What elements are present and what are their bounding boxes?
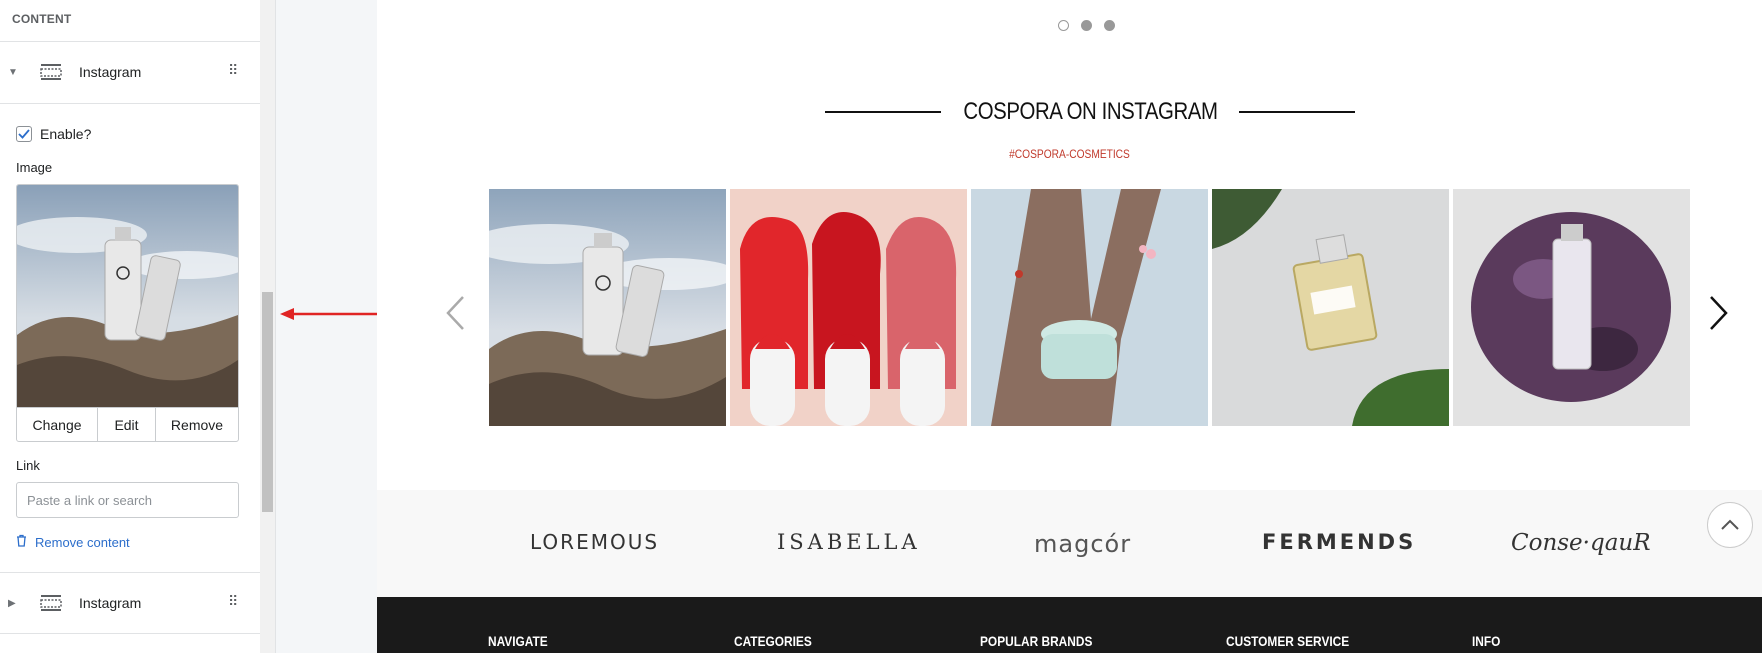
block-label: Instagram [79, 595, 142, 611]
footer-column-heading: NAVIGATE [488, 633, 548, 649]
image-picker: Change Edit Remove [16, 184, 239, 442]
brand-logo[interactable]: magcór [1034, 530, 1131, 558]
editor-panel: CONTENT ▼ Instagram ⠿ Enable? Image Chan… [0, 0, 260, 653]
brand-logo[interactable]: Conse·qauR [1511, 530, 1651, 556]
gallery-tile-serum[interactable] [1453, 189, 1690, 426]
slider-dot[interactable] [1058, 20, 1069, 31]
remove-image-button[interactable]: Remove [156, 408, 238, 441]
instagram-title: COSPORA ON INSTAGRAM [962, 98, 1218, 125]
block-row-instagram-expanded[interactable]: ▼ Instagram ⠿ [0, 42, 260, 104]
brand-logo[interactable]: LOREMOUS [530, 530, 659, 554]
serum-image [1453, 189, 1690, 426]
brand-logo[interactable]: FERMENDS [1262, 530, 1416, 554]
trash-icon [16, 534, 27, 550]
slider-dots [1058, 20, 1115, 31]
section-block-icon [40, 595, 62, 611]
gallery-next-arrow-icon[interactable] [1707, 293, 1731, 333]
footer-column-heading: CUSTOMER SERVICE [1226, 633, 1350, 649]
skincare-image [489, 189, 726, 426]
slider-dot[interactable] [1104, 20, 1115, 31]
lipstick-image [730, 189, 967, 426]
link-field-label: Link [16, 458, 40, 473]
enable-label: Enable? [40, 126, 92, 142]
image-field-label: Image [16, 160, 53, 175]
brand-logos-strip: LOREMOUS ISABELLA magcór FERMENDS Conse·… [377, 490, 1762, 597]
image-preview-thumbnail [17, 185, 238, 407]
section-block-icon [40, 64, 62, 80]
gallery-tile-cream-jar[interactable] [971, 189, 1208, 426]
site-footer: NAVIGATE CATEGORIES POPULAR BRANDS CUSTO… [377, 597, 1762, 653]
heading-divider [825, 111, 941, 113]
gallery-prev-arrow-icon[interactable] [443, 293, 467, 333]
image-action-buttons: Change Edit Remove [17, 407, 238, 441]
heading-divider [1239, 111, 1355, 113]
gallery-tile-perfume[interactable] [1212, 189, 1449, 426]
chevron-up-icon [1721, 519, 1739, 530]
perfume-image [1212, 189, 1449, 426]
footer-column-heading: POPULAR BRANDS [980, 633, 1093, 649]
enable-checkbox-row[interactable]: Enable? [16, 126, 91, 142]
link-input[interactable] [16, 482, 239, 518]
section-heading: CONTENT [0, 0, 260, 42]
drag-handle-icon[interactable]: ⠿ [228, 62, 238, 79]
brand-logo[interactable]: ISABELLA [777, 530, 921, 554]
change-image-button[interactable]: Change [17, 408, 98, 441]
instagram-gallery [489, 189, 1690, 426]
panel-scrollbar[interactable] [260, 0, 275, 653]
footer-column-heading: CATEGORIES [734, 633, 812, 649]
slider-dot[interactable] [1081, 20, 1092, 31]
cream-jar-image [971, 189, 1208, 426]
edit-image-button[interactable]: Edit [98, 408, 156, 441]
remove-content-label: Remove content [35, 534, 130, 550]
scroll-to-top-button[interactable] [1707, 502, 1753, 548]
remove-content-link[interactable]: Remove content [16, 534, 130, 550]
footer-column-heading: INFO [1472, 633, 1501, 649]
instagram-hashtag[interactable]: #COSPORA-COSMETICS [481, 147, 1658, 161]
block-row-instagram-collapsed[interactable]: ▶ Instagram ⠿ [0, 572, 260, 634]
caret-right-icon[interactable]: ▶ [8, 598, 16, 609]
gallery-tile-skincare[interactable] [489, 189, 726, 426]
preview-gutter [275, 0, 377, 653]
enable-checkbox[interactable] [16, 126, 32, 142]
drag-handle-icon[interactable]: ⠿ [228, 593, 238, 610]
storefront-preview: COSPORA ON INSTAGRAM #COSPORA-COSMETICS [377, 0, 1762, 653]
checkmark-icon [18, 129, 30, 139]
instagram-heading: COSPORA ON INSTAGRAM [825, 95, 1355, 129]
gallery-tile-lipstick[interactable] [730, 189, 967, 426]
panel-scrollbar-thumb[interactable] [262, 292, 273, 512]
caret-down-icon[interactable]: ▼ [8, 67, 18, 78]
block-label: Instagram [79, 64, 142, 80]
